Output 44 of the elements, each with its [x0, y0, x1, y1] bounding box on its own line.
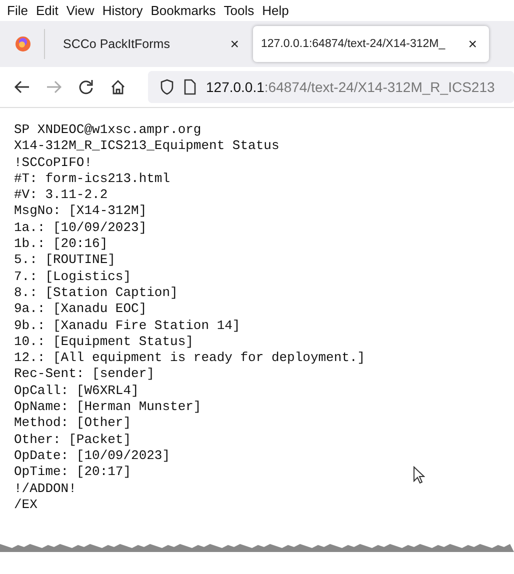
- text-line: OpTime: [20:17]: [14, 464, 132, 481]
- text-line: 1b.: [20:16]: [14, 236, 108, 252]
- back-arrow-icon[interactable]: [14, 80, 30, 94]
- text-line: 5.: [ROUTINE]: [14, 252, 116, 269]
- browser-logo-icon: [15, 36, 31, 52]
- menu-item[interactable]: Tools: [220, 3, 258, 18]
- text-line: !SCCoPIFO!: [14, 154, 92, 171]
- close-tab-button[interactable]: ×: [464, 36, 481, 52]
- text-line: #V: 3.11-2.2: [14, 187, 108, 204]
- menu-item[interactable]: View: [63, 3, 98, 18]
- home-icon[interactable]: [110, 79, 126, 95]
- text-line: 12.: [All equipment is ready for deployment.]: [14, 350, 366, 366]
- text-line: 1a.: [10/09/2023]: [14, 220, 147, 236]
- menu-item[interactable]: History: [99, 3, 146, 18]
- menu-item[interactable]: File: [4, 3, 31, 18]
- text-line: SP XNDEOC@w1xsc.ampr.org: [14, 122, 202, 138]
- text-line: OpCall: [W6XRL4]: [14, 382, 139, 400]
- shield-icon[interactable]: [160, 79, 174, 95]
- text-line: OpDate: [10/09/2023]: [14, 448, 170, 464]
- text-line: Method: [Other]: [14, 415, 132, 432]
- address-bar[interactable]: 127.0.0.1:64874/text-24/X14-312M_R_ICS213: [148, 71, 514, 103]
- text-line: OpName: [Herman Munster]: [14, 399, 202, 416]
- text-line: 8.: [Station Caption]: [14, 284, 178, 302]
- page-icon: [184, 79, 196, 95]
- browser-tab[interactable]: 127.0.0.1:64874/text-24/X14-312M_ ×: [253, 26, 489, 62]
- text-line: 7.: [Logistics]: [14, 268, 132, 285]
- reload-icon[interactable]: [78, 79, 94, 95]
- text-line: #T: form-ics213.html: [14, 170, 170, 188]
- text-line: 9b.: [Xanadu Fire Station 14]: [14, 318, 240, 334]
- menu-item[interactable]: Edit: [32, 3, 62, 18]
- mouse-pointer-icon: [413, 466, 425, 484]
- menu-item[interactable]: Help: [259, 3, 292, 18]
- text-line: 10.: [Equipment Status]: [14, 334, 194, 350]
- text-line: !/ADDON!: [14, 480, 76, 497]
- url-text: 127.0.0.1:64874/text-24/X14-312M_R_ICS213: [206, 79, 495, 95]
- text-line: /EX: [14, 496, 38, 514]
- text-line: 9a.: [Xanadu EOC]: [14, 301, 147, 318]
- browser-tab[interactable]: SCCo PackItForms ×: [51, 26, 251, 62]
- text-line: Rec-Sent: [sender]: [14, 366, 154, 383]
- text-line: X14-312M_R_ICS213_Equipment Status: [14, 138, 280, 155]
- menu-item[interactable]: Bookmarks: [148, 3, 219, 18]
- close-tab-button[interactable]: ×: [226, 36, 243, 52]
- text-line: MsgNo: [X14-312M]: [14, 203, 147, 220]
- text-line: Other: [Packet]: [14, 432, 132, 448]
